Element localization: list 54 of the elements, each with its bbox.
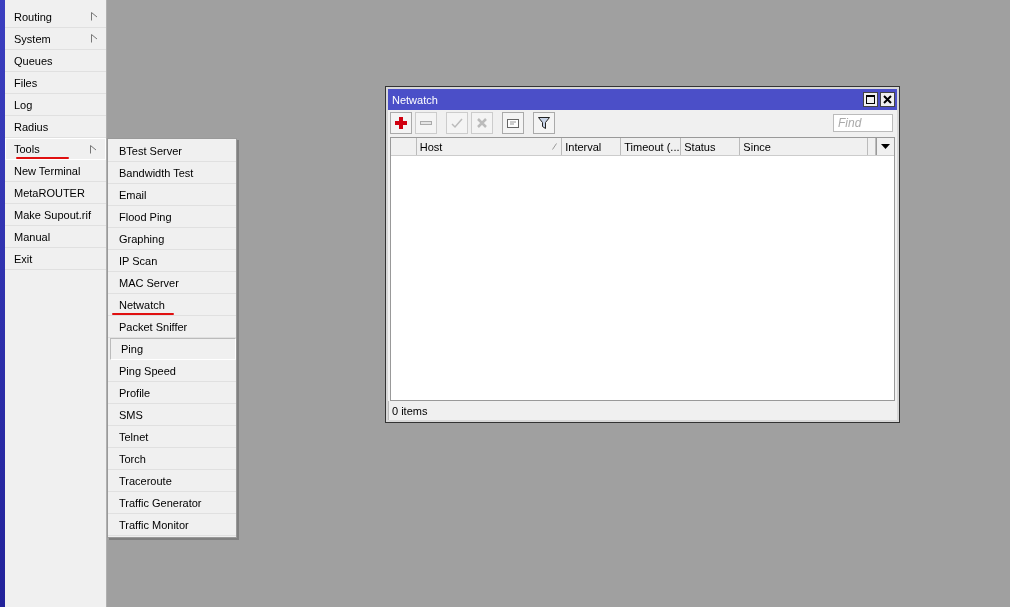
menu-item[interactable]: Make Supout.rif [5,204,106,226]
add-button[interactable] [390,112,412,134]
menu-item[interactable]: Ping [110,338,236,360]
menu-item[interactable]: Telnet [108,426,236,448]
menu-item[interactable]: Manual [5,226,106,248]
menu-item[interactable]: Queues [5,50,106,72]
window-title: Netwatch [392,93,438,106]
menu-item[interactable]: MetaROUTER [5,182,106,204]
maximize-icon [866,95,875,104]
menu-item[interactable]: BTest Server [108,140,236,162]
menu-item[interactable]: Files [5,72,106,94]
comment-button[interactable] [502,112,524,134]
dropdown-icon [880,144,890,149]
checkmark-icon [451,117,463,129]
menu-item[interactable]: Bandwidth Test [108,162,236,184]
menu-item[interactable]: Exit [5,248,106,270]
menu-item[interactable]: Packet Sniffer [108,316,236,338]
menu-item[interactable]: SMS [108,404,236,426]
close-icon [883,95,892,104]
menu-item[interactable]: Torch [108,448,236,470]
plus-icon [395,117,407,129]
menu-item[interactable]: Traceroute [108,470,236,492]
sort-icon [552,143,558,150]
column-header[interactable]: Interval [562,138,622,155]
submenu-arrow-icon [91,34,98,43]
close-button[interactable] [880,92,895,107]
column-header[interactable]: Status [681,138,741,155]
menu-item[interactable]: Flood Ping [108,206,236,228]
menu-item[interactable]: Routing [5,6,106,28]
submenu-arrow-icon [90,144,97,154]
search-field[interactable]: Find [833,114,893,132]
menu-item[interactable]: New Terminal [5,160,106,182]
menu-item[interactable]: Email [108,184,236,206]
column-header[interactable]: Since [740,138,869,155]
column-header[interactable]: Host [416,138,563,155]
menu-item[interactable]: MAC Server [108,272,236,294]
maximize-button[interactable] [863,92,878,107]
filter-button[interactable] [533,112,555,134]
submenu-arrow-icon [91,12,98,21]
menu-item[interactable]: Profile [108,382,236,404]
menu-item[interactable]: Tools [5,138,106,160]
menu-item[interactable]: Traffic Generator [108,492,236,514]
cross-icon [476,117,488,129]
menu-item[interactable]: Netwatch [108,294,236,316]
menu-item[interactable]: Traffic Monitor [108,514,236,536]
menu-item[interactable]: System [5,28,106,50]
menu-item[interactable]: Log [5,94,106,116]
column-header[interactable]: Timeout (... [621,138,682,155]
filter-icon [538,117,550,129]
menu-item[interactable]: Graphing [108,228,236,250]
menu-item[interactable]: Ping Speed [108,360,236,382]
menu-item[interactable]: IP Scan [108,250,236,272]
note-icon [507,117,519,129]
item-count: 0 items [392,404,428,417]
